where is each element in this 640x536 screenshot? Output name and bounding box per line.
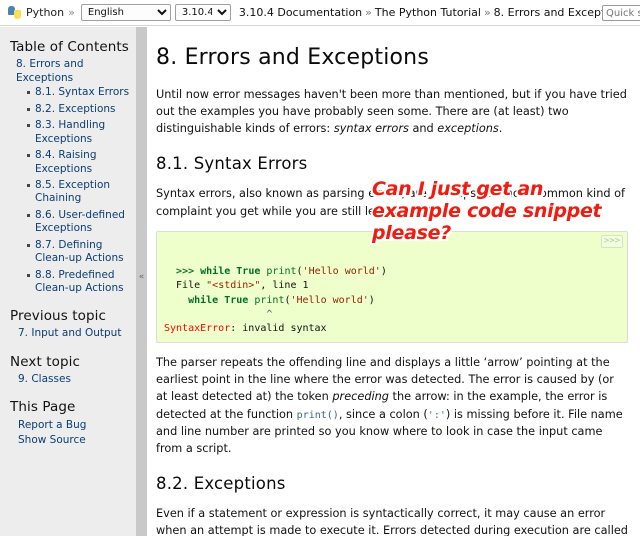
intro-text-c: . bbox=[498, 122, 503, 136]
toc-item-handling-exceptions[interactable]: 8.3. Handling Exceptions bbox=[27, 119, 130, 146]
page-title: 8. Errors and Exceptions bbox=[156, 45, 429, 70]
python-logo-icon bbox=[8, 6, 21, 19]
code-token: >>> bbox=[176, 266, 201, 278]
site-label: Python bbox=[26, 6, 65, 19]
breadcrumb: 3.10.4 Documentation» The Python Tutorial… bbox=[239, 6, 628, 19]
next-topic-link-wrap: 9. Classes bbox=[18, 372, 130, 386]
code-token: print bbox=[254, 294, 285, 306]
toc-item-user-defined-exceptions[interactable]: 8.6. User-defined Exceptions bbox=[27, 209, 130, 236]
toc-link-label[interactable]: 8.6. User-defined Exceptions bbox=[35, 209, 125, 234]
toc-link-label[interactable]: 8.3. Handling Exceptions bbox=[35, 119, 105, 144]
this-page-links: Report a Bug Show Source bbox=[18, 418, 130, 448]
breadcrumb-separator-1: » bbox=[365, 6, 372, 19]
toc-heading: Table of Contents bbox=[10, 39, 129, 55]
toc-item-predefined-cleanup-actions[interactable]: 8.8. Predefined Clean-up Actions bbox=[27, 269, 130, 296]
sidebar-collapse-handle[interactable]: « bbox=[136, 268, 147, 286]
code-token: print bbox=[266, 266, 297, 278]
toc-link-label[interactable]: 8.7. Defining Clean-up Actions bbox=[35, 239, 124, 264]
parser-em-preceding: preceding bbox=[332, 390, 389, 404]
report-a-bug-link[interactable]: Report a Bug bbox=[18, 418, 130, 433]
toc-root-link[interactable]: 8. Errors and Exceptions bbox=[16, 57, 130, 85]
code-token: 'Hello world' bbox=[290, 294, 369, 306]
code-token: ) bbox=[368, 294, 375, 306]
show-source-link[interactable]: Show Source bbox=[18, 433, 130, 448]
syntax-errors-paragraph: Syntax errors, also known as parsing err… bbox=[156, 187, 626, 218]
code-token: ^ bbox=[164, 308, 273, 320]
code-token: SyntaxError bbox=[164, 322, 231, 334]
toc-item-syntax-errors[interactable]: 8.1. Syntax Errors bbox=[27, 86, 130, 99]
exceptions-text-a: Even if a statement or expression is syn… bbox=[156, 507, 628, 536]
toc-item-exceptions[interactable]: 8.2. Exceptions bbox=[27, 103, 130, 116]
previous-topic-link-wrap: 7. Input and Output bbox=[18, 326, 130, 340]
code-token: True bbox=[224, 294, 249, 306]
exceptions-paragraph: Even if a statement or expression is syn… bbox=[156, 505, 628, 536]
section-heading-exceptions: 8.2. Exceptions bbox=[156, 474, 286, 494]
version-select[interactable]: 3.10.4 bbox=[174, 4, 231, 21]
breadcrumb-item-docs[interactable]: 3.10.4 Documentation bbox=[239, 6, 362, 19]
inline-code-colon: ':' bbox=[427, 409, 446, 421]
code-token: while bbox=[200, 266, 231, 278]
next-topic-link[interactable]: 9. Classes bbox=[18, 373, 71, 385]
inline-code-print: print() bbox=[296, 409, 339, 421]
intro-paragraph: Until now error messages haven't been mo… bbox=[156, 86, 628, 137]
intro-em-syntax-errors: syntax errors bbox=[333, 122, 409, 136]
code-token: while bbox=[188, 294, 219, 306]
intro-em-exceptions: exceptions bbox=[437, 122, 499, 136]
toc-list: 8.1. Syntax Errors 8.2. Exceptions 8.3. … bbox=[16, 86, 130, 295]
toc-link-label[interactable]: 8.5. Exception Chaining bbox=[35, 179, 110, 204]
code-token: ) bbox=[380, 266, 387, 278]
quick-search-input[interactable] bbox=[602, 5, 640, 21]
toc-item-defining-cleanup-actions[interactable]: 8.7. Defining Clean-up Actions bbox=[27, 239, 130, 266]
parser-paragraph: The parser repeats the offending line an… bbox=[156, 354, 628, 457]
previous-topic-heading: Previous topic bbox=[10, 308, 107, 325]
toc-item-exception-chaining[interactable]: 8.5. Exception Chaining bbox=[27, 179, 130, 206]
code-token: True bbox=[236, 266, 261, 278]
main-content: 8. Errors and Exceptions Until now error… bbox=[147, 27, 640, 536]
previous-topic-link[interactable]: 7. Input and Output bbox=[18, 327, 121, 339]
code-token: File bbox=[164, 280, 207, 292]
code-token: 'Hello world' bbox=[302, 266, 381, 278]
code-token: , line 1 bbox=[260, 280, 309, 292]
language-select[interactable]: English bbox=[80, 4, 171, 21]
site-separator: » bbox=[68, 6, 75, 19]
code-token: : invalid syntax bbox=[230, 322, 327, 334]
toc-link-label[interactable]: 8.8. Predefined Clean-up Actions bbox=[35, 269, 124, 294]
toc-item-raising-exceptions[interactable]: 8.4. Raising Exceptions bbox=[27, 149, 130, 176]
code-token: "<stdin>" bbox=[206, 280, 261, 292]
copy-prompt-toggle[interactable]: >>> bbox=[600, 234, 623, 248]
top-header-bar: Python » English 3.10.4 3.10.4 Documenta… bbox=[0, 0, 640, 26]
next-topic-heading: Next topic bbox=[10, 353, 81, 370]
toc-link-label[interactable]: 8.1. Syntax Errors bbox=[35, 86, 129, 98]
this-page-heading: This Page bbox=[10, 398, 76, 415]
sidebar: Table of Contents 8. Errors and Exceptio… bbox=[0, 27, 136, 536]
toc-root-container: 8. Errors and Exceptions 8.1. Syntax Err… bbox=[16, 57, 130, 295]
section-heading-syntax-errors: 8.1. Syntax Errors bbox=[156, 154, 308, 174]
parser-text-c: , since a colon ( bbox=[338, 407, 428, 421]
toc-link-label[interactable]: 8.4. Raising Exceptions bbox=[35, 149, 97, 174]
syntax-error-code-block: >>> >>> while True print('Hello world') … bbox=[156, 230, 628, 344]
breadcrumb-item-tutorial[interactable]: The Python Tutorial bbox=[375, 6, 481, 19]
intro-text-b: and bbox=[408, 122, 438, 136]
breadcrumb-separator-2: » bbox=[483, 6, 491, 19]
toc-link-label[interactable]: 8.2. Exceptions bbox=[35, 103, 116, 115]
